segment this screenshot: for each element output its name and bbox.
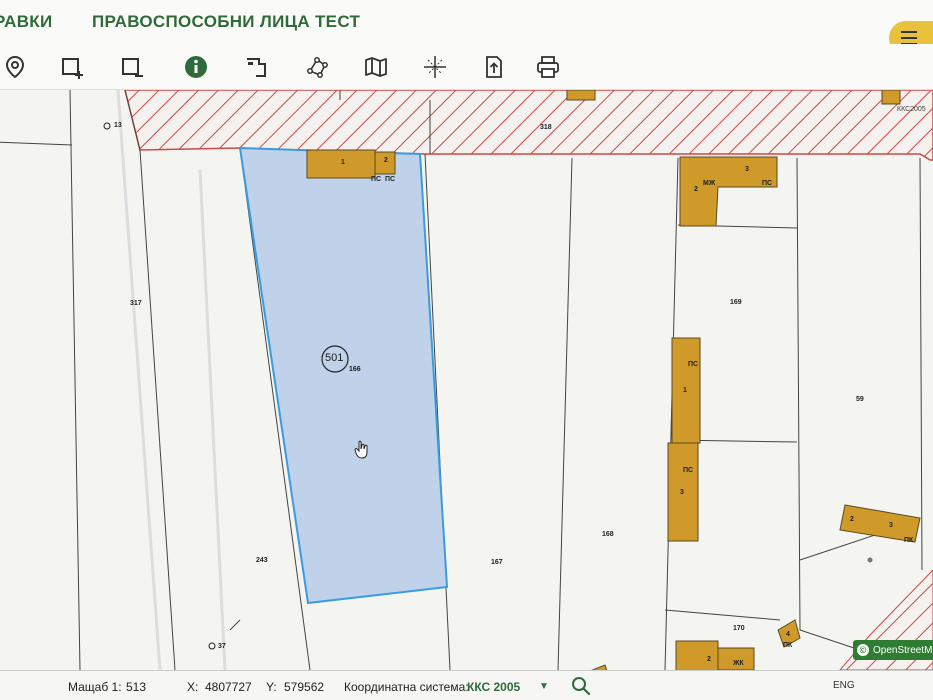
top-menu: РАВКИ ПРАВОСПОСОБНИ ЛИЦА ТЕСТ	[0, 0, 933, 44]
parcel-number-label: 317	[130, 300, 142, 307]
crs-label: Координатна система:	[344, 680, 469, 694]
menu-item-test[interactable]: ТЕСТ	[315, 12, 360, 32]
osm-attribution[interactable]: © OpenStreetMap	[853, 640, 933, 660]
hand-cursor-icon	[354, 440, 368, 459]
building-label: 2	[384, 157, 388, 164]
building-label: ПС	[385, 176, 396, 183]
parcel-number-label: 169	[730, 299, 742, 306]
building-label: 2	[850, 516, 854, 523]
x-coordinate: 4807727	[205, 680, 252, 694]
building-label: ПС	[683, 467, 694, 474]
info-icon[interactable]	[181, 52, 211, 82]
parcel-number-label: 37	[218, 643, 226, 650]
building-label: МЖ	[703, 180, 716, 187]
crs-select[interactable]: ККС 2005	[467, 680, 520, 694]
parcel-number-label: 318	[540, 124, 552, 131]
corner-label: ККС2005	[897, 106, 926, 113]
crosshair-grid-icon[interactable]	[420, 52, 450, 82]
x-label: X:	[187, 680, 199, 694]
export-icon[interactable]	[478, 52, 508, 82]
add-rectangle-icon[interactable]	[57, 52, 87, 82]
parcel-number-label: 170	[733, 625, 745, 632]
building-label: 4	[786, 631, 790, 638]
search-icon[interactable]	[570, 675, 592, 697]
gis-app: РАВКИ ПРАВОСПОСОБНИ ЛИЦА ТЕСТ	[0, 0, 933, 700]
building-label: 3	[680, 489, 684, 496]
parcel-number-label: 167	[491, 559, 503, 566]
copyright-icon: ©	[857, 644, 869, 656]
cadastral-map	[0, 90, 933, 670]
chevron-down-icon[interactable]: ▼	[539, 681, 549, 692]
building-label: ЖК	[733, 660, 744, 667]
building-label: 2	[694, 186, 698, 193]
building-label: ПС	[762, 180, 773, 187]
building-label: 1	[341, 159, 345, 166]
parcel-number-label: 13	[114, 122, 122, 129]
scale-label: Мащаб 1:	[68, 680, 122, 694]
y-label: Y:	[266, 680, 277, 694]
building-label: ПК	[783, 642, 793, 649]
map-icon[interactable]	[361, 52, 391, 82]
language-indicator[interactable]: ENG	[833, 680, 855, 691]
building-label: ПС	[371, 176, 382, 183]
measure-area-icon[interactable]	[241, 52, 271, 82]
menu-item-pravosposobni-lica[interactable]: ПРАВОСПОСОБНИ ЛИЦА	[92, 12, 310, 32]
map-canvas[interactable]: 501 166 317 318 13 169 59 168 167 243 17…	[0, 90, 933, 670]
location-pin-icon[interactable]	[0, 52, 30, 82]
building-label: ПК	[904, 537, 914, 544]
selected-parcel-501[interactable]	[238, 146, 449, 605]
building	[566, 90, 596, 101]
parcel-number-label: 166	[349, 366, 361, 373]
building-label: ПС	[688, 361, 699, 368]
parcel-id-label: 501	[325, 352, 344, 364]
menu-item-spravki[interactable]: РАВКИ	[0, 12, 53, 32]
building	[881, 90, 901, 105]
print-icon[interactable]	[533, 52, 563, 82]
status-bar: Мащаб 1: 513 X: 4807727 Y: 579562 Коорди…	[0, 670, 933, 700]
parcel-number-label: 168	[602, 531, 614, 538]
scale-value[interactable]: 513	[126, 680, 146, 694]
building-label: 1	[683, 387, 687, 394]
polygon-nodes-icon[interactable]	[302, 52, 332, 82]
y-coordinate: 579562	[284, 680, 325, 694]
building-label: 3	[889, 522, 893, 529]
building	[675, 640, 719, 670]
parcel-number-label: 59	[856, 396, 864, 403]
remove-rectangle-icon[interactable]	[117, 52, 147, 82]
building-label: 2	[707, 656, 711, 663]
building-label: 3	[745, 166, 749, 173]
toolbar	[0, 44, 933, 90]
parcel-number-label: 243	[256, 557, 268, 564]
